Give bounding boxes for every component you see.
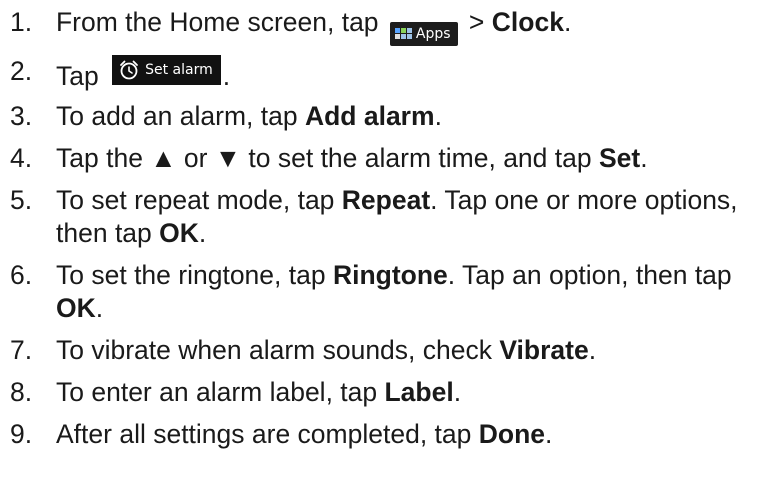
- step-text: .: [545, 418, 553, 449]
- step-number: 4.: [10, 142, 33, 173]
- apps-button-label: Apps: [415, 25, 451, 42]
- step-number: 6.: [10, 259, 33, 290]
- step-bold-term: Set: [598, 142, 641, 173]
- apps-grid-icon: [394, 28, 412, 39]
- step-text: To set the ringtone, tap: [56, 259, 333, 290]
- apps-button-graphic: Apps: [389, 21, 458, 46]
- alarm-clock-icon: [120, 60, 138, 79]
- step-text: .: [222, 60, 231, 91]
- step-text: To vibrate when alarm sounds, check: [56, 334, 500, 365]
- step-5: 5. To set repeat mode, tap Repeat. Tap o…: [10, 184, 760, 250]
- step-number: 3.: [10, 100, 33, 131]
- step-bold-term: Done: [478, 418, 545, 449]
- step-bold-term: OK: [159, 217, 199, 248]
- step-text: . Tap an option, then tap: [447, 259, 732, 290]
- step-bold-term: Label: [384, 376, 454, 407]
- step-bold-term: Vibrate: [499, 334, 589, 365]
- set-alarm-button-graphic: Set alarm: [112, 54, 221, 85]
- step-text: Tap the ▲ or ▼ to set the alarm time, an…: [56, 142, 599, 173]
- step-number: 2.: [10, 55, 33, 86]
- step-number: 5.: [10, 184, 33, 215]
- step-7: 7. To vibrate when alarm sounds, check V…: [10, 334, 760, 367]
- step-2: 2. Tap Set alarm.: [10, 54, 760, 93]
- step-text: >: [461, 7, 492, 37]
- step-text: To enter an alarm label, tap: [56, 376, 385, 407]
- step-text: .: [434, 100, 442, 131]
- step-text: .: [453, 376, 462, 407]
- step-text: After all settings are completed, tap: [56, 418, 479, 449]
- step-text: To add an alarm, tap: [56, 100, 305, 131]
- step-bold-term: Add alarm: [304, 100, 435, 131]
- step-9: 9. After all settings are completed, tap…: [10, 418, 760, 451]
- step-text: .: [95, 292, 104, 323]
- step-bold-term: Clock: [491, 7, 564, 37]
- alarm-instructions-list: 1. From the Home screen, tap Apps > Cloc…: [10, 6, 760, 460]
- step-text: .: [198, 217, 207, 248]
- step-text: To set repeat mode, tap: [56, 184, 342, 215]
- set-alarm-button-label: Set alarm: [145, 61, 213, 78]
- step-text: From the Home screen, tap: [56, 7, 386, 37]
- step-text: .: [563, 7, 572, 37]
- step-text: .: [588, 334, 597, 365]
- step-6: 6. To set the ringtone, tap Ringtone. Ta…: [10, 259, 760, 325]
- step-bold-term: Repeat: [341, 184, 431, 215]
- step-8: 8. To enter an alarm label, tap Label.: [10, 376, 760, 409]
- step-bold-term: OK: [56, 292, 96, 323]
- step-number: 8.: [10, 376, 33, 407]
- step-bold-term: Ringtone: [332, 259, 448, 290]
- step-4: 4. Tap the ▲ or ▼ to set the alarm time,…: [10, 142, 760, 175]
- step-number: 7.: [10, 334, 33, 365]
- step-text: Tap: [56, 60, 107, 91]
- step-text: .: [640, 142, 648, 173]
- step-3: 3. To add an alarm, tap Add alarm.: [10, 100, 760, 133]
- step-number: 9.: [10, 418, 33, 449]
- step-1: 1. From the Home screen, tap Apps > Cloc…: [10, 6, 760, 46]
- step-number: 1.: [10, 7, 33, 37]
